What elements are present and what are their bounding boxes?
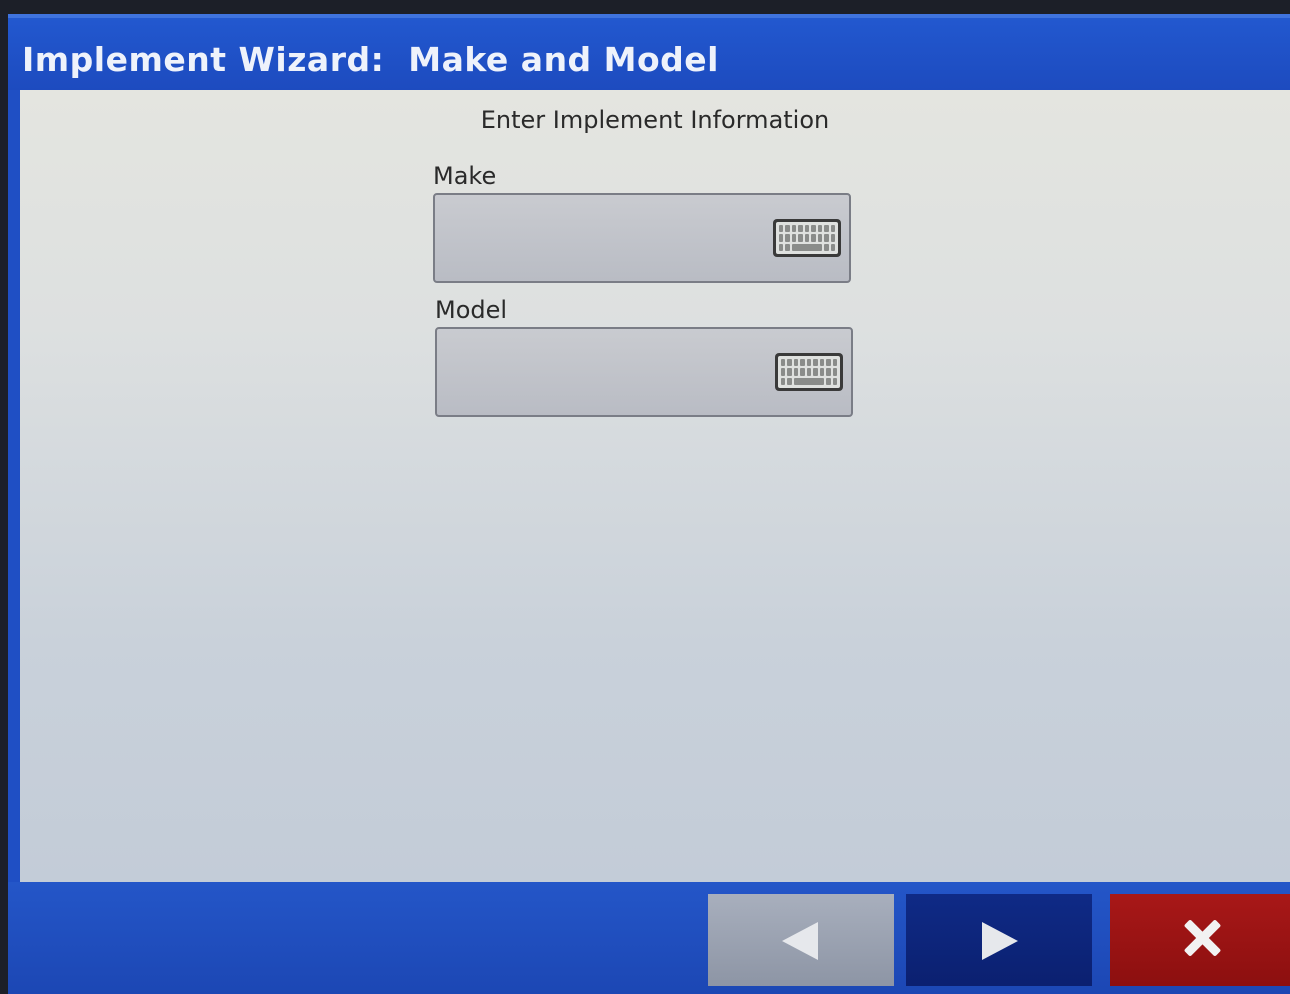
wizard-content: Enter Implement Information Make Model	[20, 90, 1290, 882]
back-button[interactable]	[708, 894, 894, 986]
model-label: Model	[435, 296, 508, 324]
keyboard-icon[interactable]	[775, 353, 843, 391]
cancel-button[interactable]	[1110, 894, 1290, 986]
keyboard-icon[interactable]	[773, 219, 841, 257]
close-icon	[1182, 918, 1222, 958]
next-button[interactable]	[906, 894, 1092, 986]
display-bezel: Implement Wizard: Make and Model Enter I…	[0, 0, 1290, 994]
model-field[interactable]	[435, 327, 853, 417]
make-label: Make	[433, 162, 497, 190]
page-title: Implement Wizard: Make and Model	[22, 40, 719, 79]
wizard-screen: Implement Wizard: Make and Model Enter I…	[8, 14, 1290, 994]
form-subtitle: Enter Implement Information	[480, 106, 830, 134]
navigation-bar	[8, 882, 1290, 994]
arrow-left-icon	[782, 922, 818, 960]
arrow-right-icon	[982, 922, 1018, 960]
make-field[interactable]	[433, 193, 851, 283]
title-bar: Implement Wizard: Make and Model	[8, 14, 1290, 90]
